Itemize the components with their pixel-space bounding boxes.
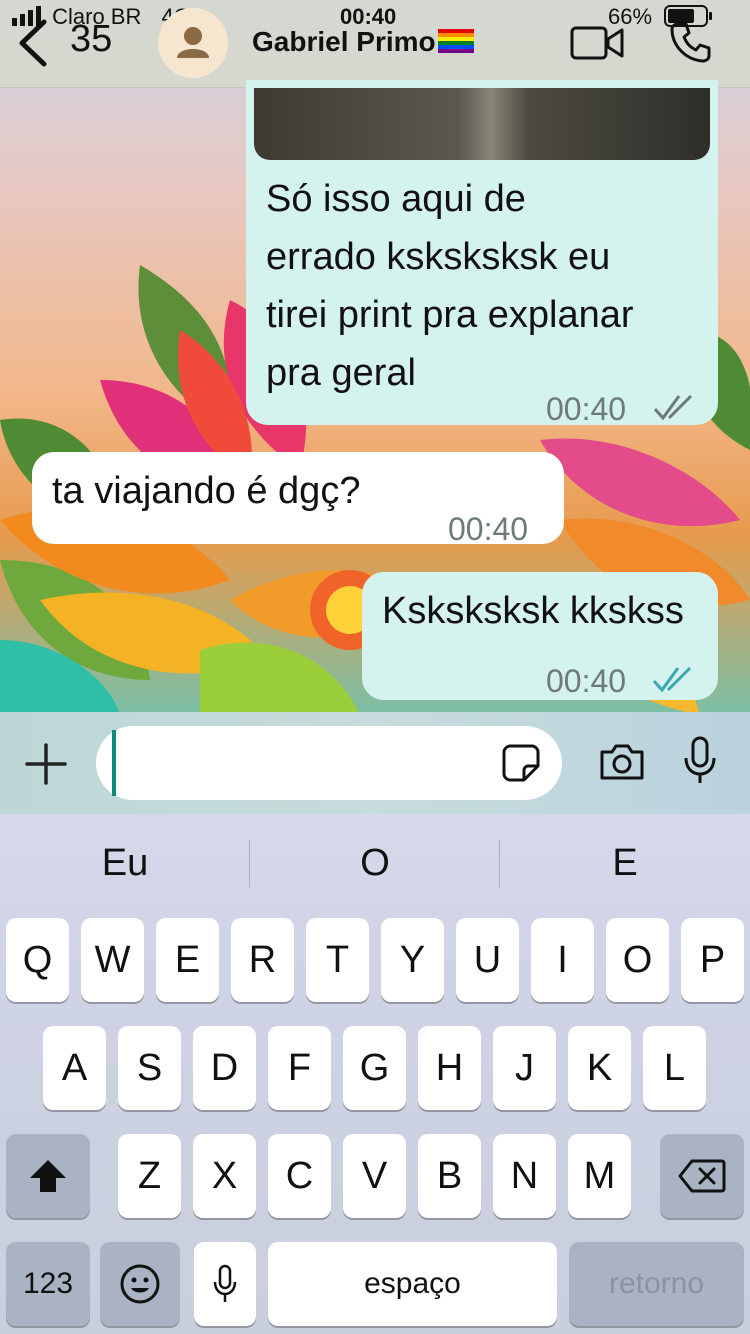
suggestion-1[interactable]: Eu [0, 842, 250, 885]
message-bubble-outgoing[interactable]: Ksksksksk kkskss 00:40 [362, 572, 718, 700]
chat-header: Claro BR 4G 00:40 66% 35 Gabriel Primo [0, 0, 750, 88]
key-k[interactable]: K [568, 1026, 631, 1110]
message-bubble-outgoing[interactable]: Só isso aqui de errado ksksksksk eu tire… [246, 80, 718, 427]
key-v[interactable]: V [343, 1134, 406, 1218]
key-t[interactable]: T [306, 918, 369, 1002]
key-b[interactable]: B [418, 1134, 481, 1218]
video-call-icon[interactable] [570, 24, 624, 67]
text-cursor [112, 730, 116, 796]
key-a[interactable]: A [43, 1026, 106, 1110]
camera-icon[interactable] [598, 742, 646, 787]
sticker-icon[interactable] [502, 744, 540, 787]
emoji-icon [120, 1264, 160, 1304]
rainbow-flag-icon [437, 28, 474, 53]
read-checks-icon [651, 382, 697, 440]
key-j[interactable]: J [493, 1026, 556, 1110]
delete-key[interactable] [660, 1134, 744, 1218]
message-input[interactable] [96, 726, 562, 800]
image-attachment[interactable] [254, 88, 710, 160]
key-g[interactable]: G [343, 1026, 406, 1110]
numbers-key[interactable]: 123 [6, 1242, 90, 1326]
message-text-line: tirei print pra explanar [266, 294, 634, 336]
key-r[interactable]: R [231, 918, 294, 1002]
space-key[interactable]: espaço [268, 1242, 557, 1326]
key-x[interactable]: X [193, 1134, 256, 1218]
message-time: 00:40 [448, 511, 529, 547]
message-text-line: Só isso aqui de [266, 178, 526, 220]
key-m[interactable]: M [568, 1134, 631, 1218]
key-f[interactable]: F [268, 1026, 331, 1110]
message-composer [0, 712, 750, 814]
avatar-icon[interactable] [158, 8, 228, 78]
key-h[interactable]: H [418, 1026, 481, 1110]
contact-name[interactable]: Gabriel Primo [252, 26, 474, 58]
key-w[interactable]: W [81, 918, 144, 1002]
return-key-label: retorno [608, 1267, 705, 1300]
key-e[interactable]: E [156, 918, 219, 1002]
shift-key[interactable] [6, 1134, 90, 1218]
dictation-mic-icon [213, 1264, 237, 1302]
emoji-key[interactable] [100, 1242, 180, 1326]
message-time: 00:40 [546, 663, 627, 699]
back-chevron-icon[interactable] [12, 18, 52, 68]
key-c[interactable]: C [268, 1134, 331, 1218]
message-text: ta viajando é dgç? [52, 470, 361, 512]
backspace-icon [678, 1159, 726, 1193]
message-text-line: errado ksksksksk eu [266, 236, 611, 278]
key-s[interactable]: S [118, 1026, 181, 1110]
return-key[interactable]: retorno [569, 1242, 744, 1326]
microphone-icon[interactable] [682, 736, 718, 791]
suggestion-2[interactable]: O [250, 842, 500, 885]
message-time: 00:40 [546, 391, 627, 427]
key-l[interactable]: L [643, 1026, 706, 1110]
contact-name-text: Gabriel Primo [252, 26, 436, 57]
key-u[interactable]: U [456, 918, 519, 1002]
key-i[interactable]: I [531, 918, 594, 1002]
unread-count[interactable]: 35 [70, 18, 112, 61]
key-d[interactable]: D [193, 1026, 256, 1110]
key-q[interactable]: Q [6, 918, 69, 1002]
dictation-key[interactable] [194, 1242, 256, 1326]
key-o[interactable]: O [606, 918, 669, 1002]
message-text: Ksksksksk kkskss [382, 590, 684, 632]
phone-call-icon[interactable] [668, 20, 712, 69]
message-text-line: pra geral [266, 352, 416, 394]
key-n[interactable]: N [493, 1134, 556, 1218]
keyboard: Eu O E Q W E R T Y U I O P A S D F G H J… [0, 814, 750, 1334]
plus-icon[interactable] [24, 742, 68, 791]
key-p[interactable]: P [681, 918, 744, 1002]
shift-arrow-icon [30, 1160, 66, 1192]
suggestion-3[interactable]: E [500, 842, 750, 885]
key-z[interactable]: Z [118, 1134, 181, 1218]
read-checks-icon [650, 654, 696, 712]
key-y[interactable]: Y [381, 918, 444, 1002]
message-bubble-incoming[interactable]: ta viajando é dgç? 00:40 [32, 452, 564, 547]
